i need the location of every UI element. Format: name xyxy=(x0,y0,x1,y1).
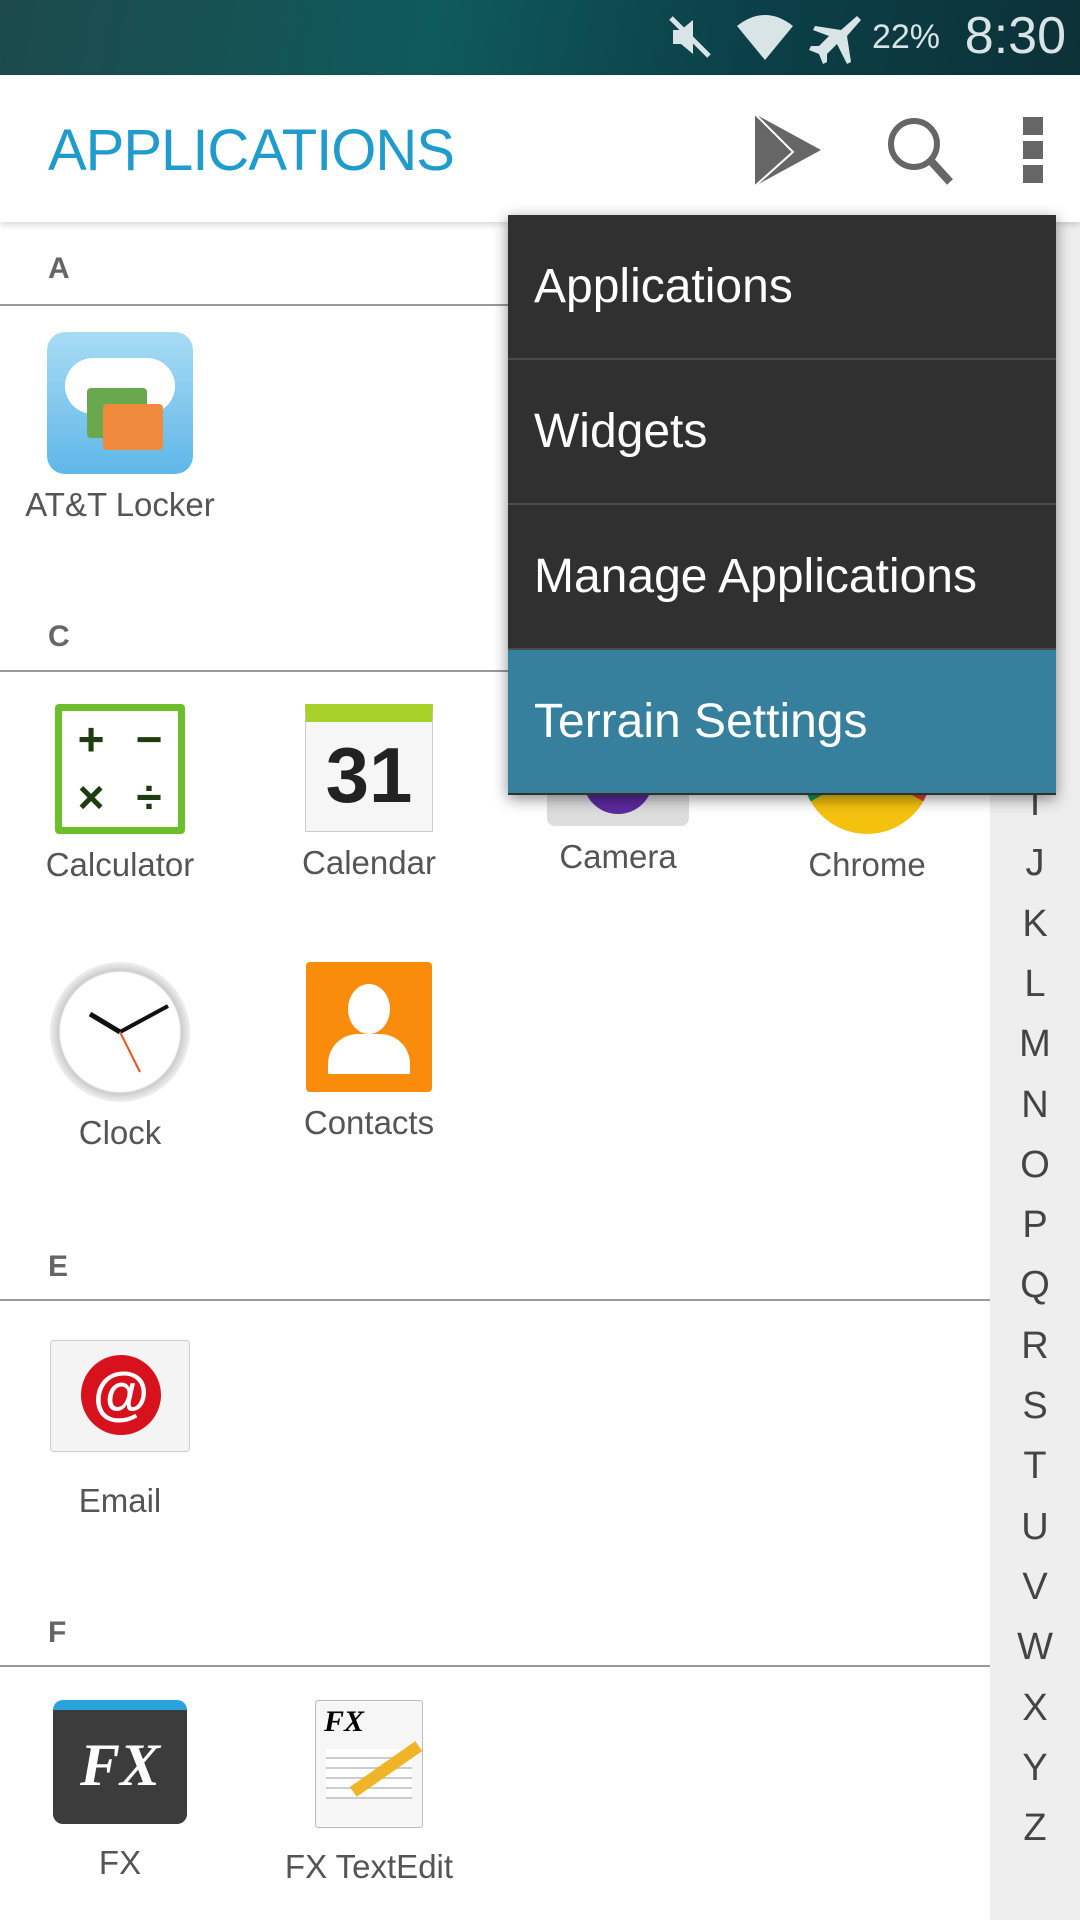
play-store-button[interactable] xyxy=(748,105,828,195)
calendar-date: 31 xyxy=(325,731,413,819)
index-letter-v[interactable]: V xyxy=(990,1566,1080,1609)
app-label: FX TextEdit xyxy=(284,1848,454,1885)
app-label: AT&T Locker xyxy=(25,486,215,523)
app-fx-textedit[interactable]: FX FX TextEdit xyxy=(249,1700,489,1886)
section-letter: A xyxy=(48,252,70,285)
section-letter: C xyxy=(48,620,70,653)
app-label: Chrome xyxy=(808,846,926,883)
contacts-icon xyxy=(306,962,432,1092)
section-divider xyxy=(0,1299,990,1301)
section-e: E xyxy=(0,1220,990,1310)
overflow-menu-button[interactable] xyxy=(995,105,1075,195)
app-label: FX xyxy=(98,1844,142,1881)
index-letter-z[interactable]: Z xyxy=(990,1807,1080,1850)
index-letter-o[interactable]: O xyxy=(990,1144,1080,1187)
index-letter-r[interactable]: R xyxy=(990,1325,1080,1368)
play-store-icon xyxy=(754,113,821,187)
index-letter-y[interactable]: Y xyxy=(990,1747,1080,1790)
index-letter-l[interactable]: L xyxy=(990,963,1080,1006)
wifi-icon xyxy=(735,12,795,73)
app-clock[interactable]: Clock xyxy=(0,962,240,1152)
menu-item-manage-applications[interactable]: Manage Applications xyxy=(508,505,1056,650)
index-letter-k[interactable]: K xyxy=(990,903,1080,946)
app-label: Clock xyxy=(78,1114,162,1151)
page-title: APPLICATIONS xyxy=(48,118,455,183)
clock-time: 8:30 xyxy=(964,7,1066,65)
index-letter-u[interactable]: U xyxy=(990,1506,1080,1549)
section-divider xyxy=(0,1665,990,1667)
index-letter-j[interactable]: J xyxy=(990,842,1080,885)
battery-percent: 22% xyxy=(871,18,940,56)
section-f: F xyxy=(0,1586,990,1676)
clock-icon xyxy=(50,962,190,1102)
index-letter-t[interactable]: T xyxy=(990,1445,1080,1488)
calculator-icon: + − × ÷ xyxy=(55,704,185,834)
index-letter-q[interactable]: Q xyxy=(990,1264,1080,1307)
index-letter-n[interactable]: N xyxy=(990,1084,1080,1127)
email-icon: @ xyxy=(50,1340,190,1452)
app-label: Camera xyxy=(559,838,677,875)
airplane-icon xyxy=(809,12,865,79)
app-label: Calculator xyxy=(45,846,195,883)
section-letter: E xyxy=(48,1250,69,1283)
app-att-locker[interactable]: AT&T Locker xyxy=(0,332,240,524)
fx-textedit-icon: FX xyxy=(315,1700,423,1828)
index-letter-s[interactable]: S xyxy=(990,1385,1080,1428)
app-bar: APPLICATIONS xyxy=(0,75,1080,222)
index-letter-w[interactable]: W xyxy=(990,1626,1080,1669)
index-letter-p[interactable]: P xyxy=(990,1204,1080,1247)
menu-item-widgets[interactable]: Widgets xyxy=(508,360,1056,505)
section-letter: F xyxy=(48,1616,67,1649)
menu-item-applications[interactable]: Applications xyxy=(508,215,1056,360)
att-locker-icon xyxy=(47,332,193,474)
fx-icon: FX xyxy=(53,1700,187,1824)
status-bar: 22% 8:30 xyxy=(0,0,1080,75)
app-calculator[interactable]: + − × ÷ Calculator xyxy=(0,704,240,884)
app-fx[interactable]: FX FX xyxy=(0,1700,240,1882)
index-letter-x[interactable]: X xyxy=(990,1687,1080,1730)
mute-icon xyxy=(665,12,715,73)
menu-item-terrain-settings[interactable]: Terrain Settings xyxy=(508,650,1056,793)
calendar-icon: 31 xyxy=(305,704,433,832)
app-contacts[interactable]: Contacts xyxy=(249,962,489,1142)
app-label: Contacts xyxy=(303,1104,435,1141)
app-label: Calendar xyxy=(302,844,436,881)
overflow-menu-icon xyxy=(1023,117,1043,183)
app-email[interactable]: @ Email xyxy=(0,1340,240,1520)
app-calendar[interactable]: 31 Calendar xyxy=(249,704,489,882)
index-letter-m[interactable]: M xyxy=(990,1023,1080,1066)
overflow-menu: Applications Widgets Manage Applications… xyxy=(508,215,1056,795)
app-label: Email xyxy=(78,1482,162,1519)
search-icon xyxy=(888,118,953,185)
search-button[interactable] xyxy=(880,105,960,195)
